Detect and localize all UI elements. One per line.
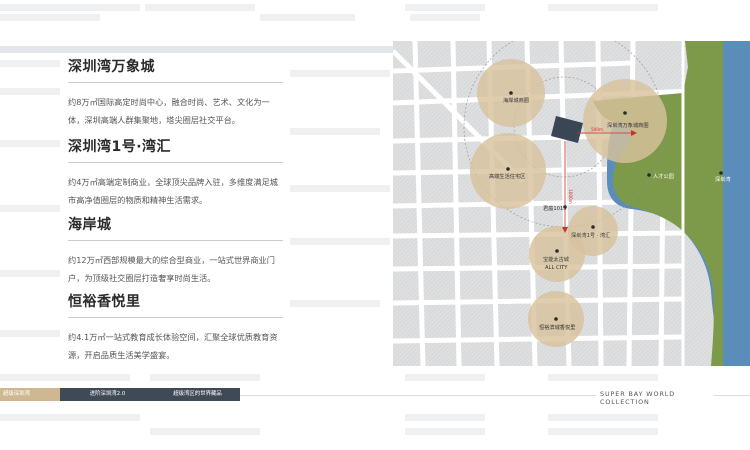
label-baoneng: 宝能太古城 xyxy=(543,255,570,263)
label-project: 君庭1019 xyxy=(543,204,567,212)
venue-description: 约4万㎡高端定制商业，全球顶尖品牌入驻，多维度满足城市高净值圈层的物质和精神生活… xyxy=(68,177,278,205)
label-500m: 500m xyxy=(591,127,603,132)
divider-line xyxy=(714,395,750,396)
venue-bay-one: 深圳湾1号·湾汇 约4万㎡高端定制商业，全球顶尖品牌入驻，多维度满足城市高净值圈… xyxy=(68,136,283,209)
label-rencai: 人才公园 xyxy=(653,172,674,180)
venue-title: 深圳湾1号·湾汇 xyxy=(68,136,283,163)
label-haian: 海岸城商圈 xyxy=(503,96,529,104)
divider-line xyxy=(240,395,596,396)
tab-advanced-shenzhen-bay[interactable]: 进阶深圳湾2.0 xyxy=(60,388,155,401)
venue-description: 约8万㎡国际高定时尚中心，融合时尚、艺术、文化为一体，深圳高端人群集聚地，塔尖圈… xyxy=(68,97,270,125)
venue-title: 深圳湾万象城 xyxy=(68,56,283,83)
venue-coastal-city: 海岸城 约12万㎡西部规模最大的综合型商业，一站式世界商业门户，为顶级社交圈层打… xyxy=(68,214,283,287)
venue-shenzhenwan-mixc: 深圳湾万象城 约8万㎡国际高定时尚中心，融合时尚、艺术、文化为一体，深圳高端人群… xyxy=(68,56,283,129)
label-wanxiang: 深圳湾万象城商圈 xyxy=(607,121,649,129)
tab-super-shenzhen-bay[interactable]: 超级深圳湾 xyxy=(0,388,60,401)
venue-hengyu: 恒裕香悦里 约4.1万㎡一站式教育成长体验空间，汇聚全球优质教育资源，开启品质生… xyxy=(68,291,283,364)
venue-title: 海岸城 xyxy=(68,214,283,241)
label-bay1: 深圳湾1号 · 湾汇 xyxy=(571,231,610,239)
venue-title: 恒裕香悦里 xyxy=(68,291,283,318)
label-gaoduan: 高端生活住宅区 xyxy=(489,172,525,180)
map-water-bay xyxy=(723,41,750,366)
label-1000m: 1000m xyxy=(568,189,573,204)
label-allcity: ALL CITY xyxy=(545,265,568,271)
location-map: 海岸城商圈 深圳湾万象城商圈 高端生活住宅区 人才公园 深圳湾 君庭1019 深… xyxy=(393,41,750,366)
collection-title: SUPER BAY WORLD COLLECTION xyxy=(600,390,676,406)
venue-description: 约4.1万㎡一站式教育成长体验空间，汇聚全球优质教育资源，开启品质生活美学盛宴。 xyxy=(68,332,278,360)
circle-gaoduan xyxy=(470,133,546,209)
label-hengyu: 恒裕滨城香悦里 xyxy=(539,323,575,331)
tab-world-collection[interactable]: 超级湾区的世界藏品 xyxy=(155,388,240,401)
label-shenzhenwan: 深圳湾 xyxy=(715,175,731,183)
circle-wanxiang xyxy=(583,79,667,163)
venue-description: 约12万㎡西部规模最大的综合型商业，一站式世界商业门户，为顶级社交圈层打造奢享时… xyxy=(68,255,275,283)
